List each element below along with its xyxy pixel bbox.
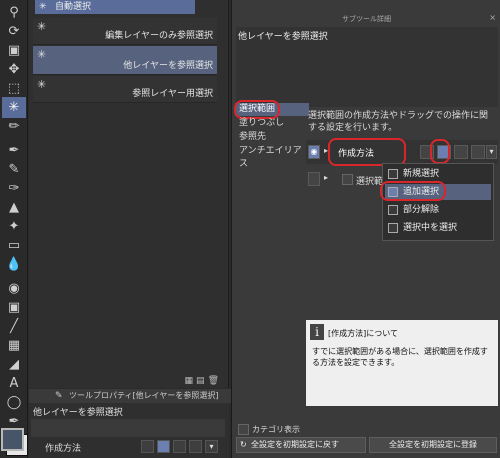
reset-icon: ↻ xyxy=(240,440,247,449)
dropdown-item-subtract[interactable]: 部分解除 xyxy=(385,202,491,218)
gradient-icon[interactable]: ▣ xyxy=(2,297,26,318)
balloon-icon[interactable]: ◯ xyxy=(2,392,26,413)
info-body: すでに選択範囲がある場合に、選択範囲を作成する方法を設定できます。 xyxy=(312,347,488,367)
subtool-item-selected[interactable]: ✳ 他レイヤーを参照選択 xyxy=(33,46,217,75)
reset-all-button-label: 全設定を初期設定に戻す xyxy=(251,440,339,449)
sub-tool-panel: ✳ 自動選択 ✳ 編集レイヤーのみ参照選択 ✳ 他レイヤーを参照選択 ✳ 参照レ… xyxy=(29,0,229,388)
expand-icon[interactable]: ▸ xyxy=(321,172,331,186)
marquee-icon[interactable]: ⬚ xyxy=(2,78,26,99)
subtool-tab-label: 自動選択 xyxy=(55,2,92,12)
decoration-icon[interactable]: ✦ xyxy=(2,216,26,237)
detail-window-title: サブツール詳細 xyxy=(342,15,391,23)
subtool-item[interactable]: ✳ 編集レイヤーのみ参照選択 xyxy=(33,18,217,45)
new-selection-button[interactable] xyxy=(141,440,154,453)
subtool-item-label: 他レイヤーを参照選択 xyxy=(123,61,213,71)
tool-property-field xyxy=(31,419,225,437)
tool-property-title: 他レイヤーを参照選択 xyxy=(33,408,123,418)
figure-icon[interactable]: ╱ xyxy=(2,316,26,337)
pen-icon[interactable]: ✒ xyxy=(2,140,26,161)
category-description: 選択範囲の作成方法やドラッグでの操作に関する設定を行います。 xyxy=(308,111,489,133)
dropdown-arrow-icon[interactable]: ▾ xyxy=(205,440,218,453)
pen-icon: ✎ xyxy=(55,391,63,401)
auto-select-icon: ✳ xyxy=(37,48,47,61)
duplicate-subtool-icon[interactable]: ▤ xyxy=(196,376,208,386)
subtool-actions: ▦▤🗑 xyxy=(185,376,222,386)
register-all-button[interactable]: 全設定を初期設定に登録 xyxy=(369,437,497,453)
tool-property-header-label: ツールプロパティ[他レイヤーを参照選択] xyxy=(69,391,219,400)
subtract-selection-button[interactable] xyxy=(454,145,468,159)
airbrush-icon[interactable]: ▲ xyxy=(2,197,26,218)
subtool-item-label: 参照レイヤー用選択 xyxy=(132,89,213,99)
subtool-item-label: 編集レイヤーのみ参照選択 xyxy=(105,31,213,41)
auto-select-icon: ✳ xyxy=(37,78,47,91)
highlight-ring xyxy=(430,139,450,164)
add-selection-button[interactable] xyxy=(157,440,170,453)
intersect-selection-button[interactable] xyxy=(189,440,202,453)
auto-select-icon: ✳ xyxy=(37,20,47,33)
ruler-icon[interactable]: ◢ xyxy=(2,354,26,375)
layer-move-icon[interactable]: ▣ xyxy=(2,40,26,61)
dropdown-item-intersect[interactable]: 選択中を選択 xyxy=(385,220,491,236)
highlight-ring xyxy=(328,138,406,166)
blend-icon[interactable]: 💧 xyxy=(2,254,26,275)
method-dropdown-menu: 新規選択 追加選択 部分解除 選択中を選択 xyxy=(382,163,494,241)
zoom-icon[interactable]: ⚲ xyxy=(2,2,26,23)
chevron-down-icon[interactable]: ▾ xyxy=(486,145,497,159)
move-icon[interactable]: ✥ xyxy=(2,59,26,80)
category-reference[interactable]: 参照先 xyxy=(235,131,309,144)
highlight-ring xyxy=(380,181,446,201)
method-label: 作成方法 xyxy=(45,444,82,454)
intersect-selection-icon xyxy=(388,223,398,233)
dropdown-item-new[interactable]: 新規選択 xyxy=(385,166,491,182)
eye-toggle-icon[interactable] xyxy=(308,172,320,186)
info-box: i [作成方法]について すでに選択範囲がある場合に、選択範囲を作成する方法を設… xyxy=(306,320,498,406)
tool-name-field[interactable]: 他レイヤーを参照選択 xyxy=(236,27,498,107)
dropdown-item-label: 新規選択 xyxy=(403,169,440,179)
close-icon[interactable]: × xyxy=(489,13,496,22)
tool-bar: ⚲ ⟳ ▣ ✥ ⬚ ✳ ✏ ✒ ✎ ✑ ▲ ✦ ▭ 💧 ◉ ▣ ╱ ▦ ◢ A … xyxy=(0,0,28,458)
main-color-swatch[interactable] xyxy=(1,428,24,451)
eye-toggle-icon[interactable]: ◉ xyxy=(308,145,320,159)
category-antialias[interactable]: アンチエイリアス xyxy=(235,145,309,169)
info-title: [作成方法]について xyxy=(328,329,399,338)
subtool-tab[interactable]: ✳ 自動選択 xyxy=(35,0,195,14)
subtool-item[interactable]: ✳ 参照レイヤー用選択 xyxy=(33,76,217,103)
eraser-icon[interactable]: ▭ xyxy=(2,235,26,256)
rotate-icon[interactable]: ⟳ xyxy=(2,21,26,42)
pencil-icon[interactable]: ✎ xyxy=(2,159,26,180)
intersect-selection-button[interactable] xyxy=(471,145,485,159)
option-checkbox[interactable] xyxy=(342,174,353,185)
category-fill[interactable]: 塗りつぶし xyxy=(235,117,309,130)
auto-select-icon[interactable]: ✳ xyxy=(2,97,26,118)
category-display-checkbox[interactable] xyxy=(238,424,249,435)
text-icon[interactable]: A xyxy=(2,373,26,394)
brush-icon[interactable]: ✑ xyxy=(2,178,26,199)
dropdown-item-label: 部分解除 xyxy=(403,205,440,215)
option-label: 選択範 xyxy=(356,177,384,187)
register-all-button-label: 全設定を初期設定に登録 xyxy=(389,440,477,449)
tool-property-panel: ✎ ツールプロパティ[他レイヤーを参照選択] 他レイヤーを参照選択 作成方法 ▾ xyxy=(29,389,269,458)
save-subtool-icon[interactable]: ▦ xyxy=(185,376,197,386)
eyedropper-icon[interactable]: ✏ xyxy=(2,116,26,137)
subtract-selection-icon xyxy=(388,205,398,215)
new-selection-icon xyxy=(388,169,398,179)
method-row: 作成方法 ▾ xyxy=(31,439,225,455)
reset-all-button[interactable]: ↻ 全設定を初期設定に戻す xyxy=(236,437,366,453)
dropdown-item-label: 選択中を選択 xyxy=(403,223,458,233)
sub-tool-detail-window: サブツール詳細 × 他レイヤーを参照選択 選択範囲 塗りつぶし 参照先 アンチエ… xyxy=(231,0,500,458)
auto-select-icon: ✳ xyxy=(39,2,47,12)
info-icon: i xyxy=(310,324,324,340)
fill-icon[interactable]: ◉ xyxy=(2,278,26,299)
frame-icon[interactable]: ▦ xyxy=(2,335,26,356)
delete-subtool-icon[interactable]: 🗑 xyxy=(208,376,222,386)
subtract-selection-button[interactable] xyxy=(173,440,186,453)
category-display-label: カテゴリ表示 xyxy=(252,425,300,434)
